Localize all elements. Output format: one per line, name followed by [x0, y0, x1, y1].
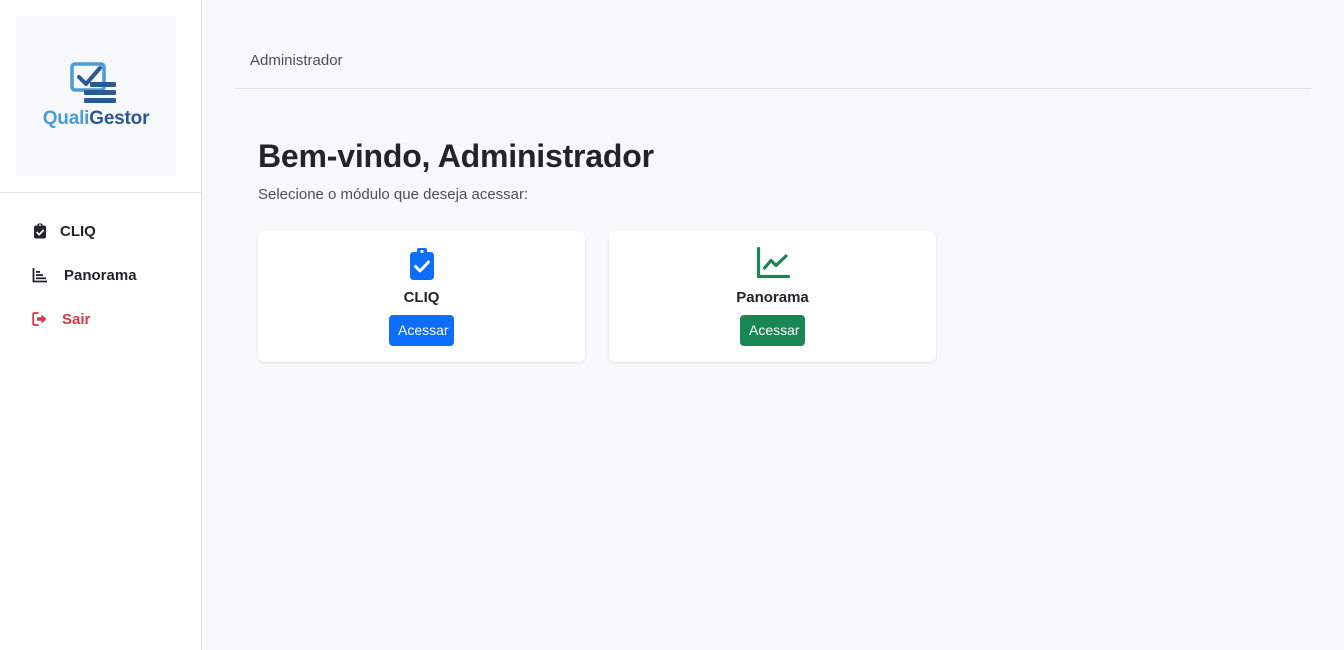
line-chart-icon [756, 247, 790, 279]
app: QualiGestor CLIQ Panorama Sair Administr… [0, 0, 1344, 650]
brand-name-part2: Gestor [89, 108, 150, 129]
checklist-monitor-icon [70, 62, 116, 103]
sidebar-divider [0, 192, 201, 193]
clipboard-check-icon [409, 248, 434, 280]
module-title: CLIQ [403, 289, 440, 306]
sidebar: QualiGestor CLIQ Panorama Sair [0, 0, 202, 650]
sidebar-nav: CLIQ Panorama Sair [0, 209, 201, 341]
sidebar-item-cliq[interactable]: CLIQ [0, 209, 201, 253]
clipboard-check-icon [32, 223, 48, 239]
bar-chart-icon [32, 267, 48, 283]
user-name: Administrador [250, 52, 343, 69]
sidebar-item-panorama[interactable]: Panorama [0, 253, 201, 297]
module-title: Panorama [736, 289, 809, 306]
brand-name: QualiGestor [16, 108, 176, 130]
module-card-cliq: CLIQ Acessar [258, 231, 585, 362]
brand-name-part1: Quali [42, 108, 90, 129]
sidebar-item-sair[interactable]: Sair [0, 297, 201, 341]
sign-out-icon [32, 311, 48, 327]
page-subtitle: Selecione o módulo que deseja acessar: [258, 186, 529, 203]
access-panorama-button[interactable]: Acessar [740, 315, 805, 346]
sidebar-item-label: CLIQ [60, 222, 96, 240]
access-cliq-button[interactable]: Acessar [389, 315, 454, 346]
module-card-panorama: Panorama Acessar [609, 231, 936, 362]
sidebar-item-label: Panorama [64, 266, 137, 284]
brand-logo[interactable]: QualiGestor [16, 16, 176, 176]
page-title: Bem-vindo, Administrador [258, 138, 654, 174]
topbar: Administrador [235, 0, 1311, 89]
sidebar-item-label: Sair [62, 310, 91, 328]
